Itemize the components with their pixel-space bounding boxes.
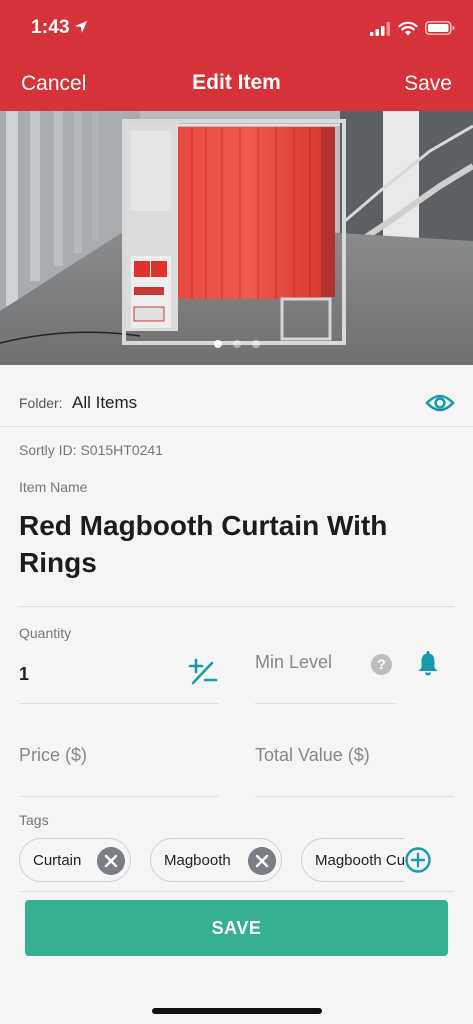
quantity-label: Quantity	[19, 625, 72, 641]
save-button[interactable]: SAVE	[25, 900, 448, 956]
bell-icon[interactable]	[417, 650, 439, 676]
tag-label: Curtain	[33, 852, 82, 869]
divider	[255, 703, 395, 704]
min-level-input[interactable]: Min Level	[255, 652, 332, 673]
divider	[255, 796, 454, 797]
total-value-input[interactable]: Total Value ($)	[255, 745, 370, 766]
tag-chip[interactable]: Curtain	[19, 838, 131, 882]
sortly-id: Sortly ID: S015HT0241	[19, 442, 163, 458]
eye-icon[interactable]	[425, 392, 455, 414]
question-icon[interactable]: ?	[371, 654, 392, 675]
battery-icon	[425, 21, 455, 35]
folder-label: Folder:	[19, 395, 63, 411]
app-header: 1:43 Cancel Edit Item Save	[0, 0, 473, 111]
item-name-label: Item Name	[19, 479, 88, 495]
tag-label: Magbooth	[164, 852, 231, 869]
tags-label: Tags	[19, 812, 49, 828]
plus-minus-icon[interactable]	[188, 658, 218, 686]
carousel-dot[interactable]	[251, 340, 260, 348]
wifi-icon	[398, 21, 418, 36]
folder-value[interactable]: All Items	[72, 393, 137, 413]
close-circle-icon[interactable]	[97, 847, 125, 875]
item-name-input[interactable]: Red Magbooth Curtain With Rings	[19, 507, 449, 581]
quantity-input[interactable]: 1	[19, 664, 29, 685]
location-arrow-icon	[75, 21, 87, 33]
page-title: Edit Item	[192, 71, 281, 94]
price-input[interactable]: Price ($)	[19, 745, 87, 766]
plus-circle-icon[interactable]	[405, 847, 431, 873]
divider	[19, 606, 454, 607]
tag-chip[interactable]: Magbooth	[150, 838, 282, 882]
divider	[19, 703, 218, 704]
carousel-dot[interactable]	[213, 340, 222, 348]
carousel-dots[interactable]	[0, 340, 473, 348]
tag-label: Magbooth Curtain	[315, 852, 404, 869]
status-bar: 1:43	[0, 0, 473, 56]
status-time: 1:43	[31, 17, 70, 38]
item-photo-carousel[interactable]	[0, 111, 473, 365]
carousel-dot[interactable]	[232, 340, 241, 348]
divider	[19, 796, 218, 797]
tag-chip[interactable]: Magbooth Curtain	[301, 838, 404, 882]
cellular-signal-icon	[370, 22, 390, 36]
item-photo	[0, 111, 473, 365]
save-nav-button[interactable]: Save	[404, 72, 452, 96]
folder-row[interactable]: Folder: All Items	[0, 365, 473, 427]
home-indicator	[152, 1008, 322, 1014]
close-circle-icon[interactable]	[248, 847, 276, 875]
divider	[19, 891, 454, 892]
